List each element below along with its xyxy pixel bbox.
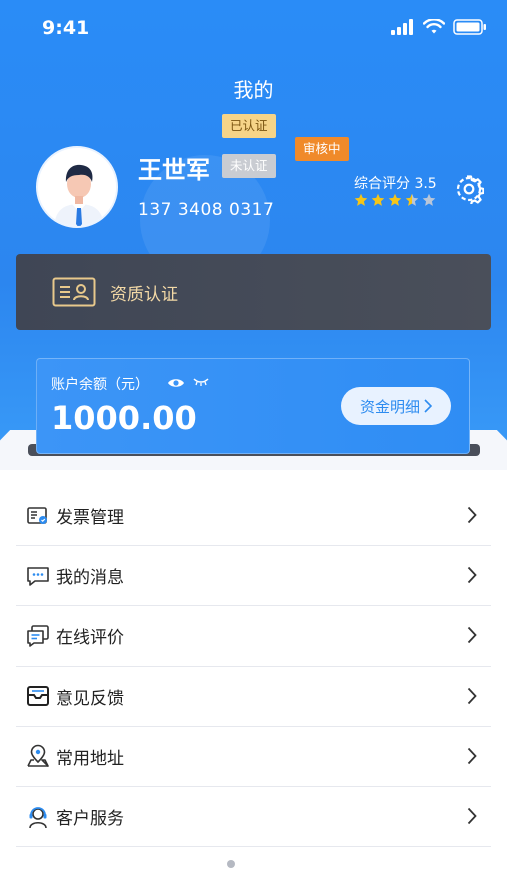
chevron-right-icon bbox=[467, 747, 477, 764]
feedback-icon bbox=[27, 686, 49, 707]
menu-item-invoice[interactable]: 发票管理 bbox=[16, 486, 491, 547]
star-filled-icon bbox=[388, 193, 402, 206]
wifi-icon bbox=[423, 19, 445, 34]
id-card-icon bbox=[52, 277, 96, 307]
fund-detail-button[interactable]: 资金明细 bbox=[341, 387, 451, 425]
qualification-card[interactable]: 资质认证 bbox=[16, 254, 491, 330]
balance-label: 账户余额（元） bbox=[51, 377, 149, 393]
chevron-right-icon bbox=[424, 399, 432, 413]
page-indicator-dot bbox=[227, 860, 235, 868]
status-icons bbox=[391, 19, 487, 35]
menu-item-review[interactable]: 在线评价 bbox=[16, 606, 491, 667]
chevron-right-icon bbox=[467, 506, 477, 524]
star-filled-icon bbox=[371, 193, 385, 206]
user-name: 王世军 bbox=[138, 156, 210, 184]
review-icon bbox=[27, 625, 49, 647]
menu-label: 意见反馈 bbox=[56, 688, 124, 709]
invoice-icon bbox=[27, 506, 47, 524]
rating-stars bbox=[354, 193, 436, 207]
balance-card: 账户余额（元） 1000.00 资金明细 bbox=[36, 358, 470, 454]
battery-icon bbox=[453, 19, 486, 35]
chevron-right-icon bbox=[467, 627, 477, 644]
menu-item-feedback[interactable]: 意见反馈 bbox=[16, 667, 491, 727]
menu-item-customer-service[interactable]: 客户服务 bbox=[16, 787, 491, 848]
menu-item-messages[interactable]: 我的消息 bbox=[16, 546, 491, 607]
rating-label: 综合评分 3.5 bbox=[354, 176, 437, 192]
status-bar: 9:41 bbox=[0, 0, 507, 58]
message-icon bbox=[27, 566, 49, 586]
star-half-icon bbox=[405, 193, 419, 206]
menu-label: 常用地址 bbox=[56, 748, 124, 769]
menu-list: 发票管理 我的消息 在线评价 意见反馈 常用地址 客户服务 bbox=[16, 486, 491, 848]
avatar[interactable] bbox=[36, 146, 118, 228]
verified-badge: 已认证 bbox=[222, 114, 276, 138]
qualification-label: 资质认证 bbox=[110, 284, 178, 305]
status-time: 9:41 bbox=[42, 17, 90, 39]
chevron-right-icon bbox=[467, 807, 477, 825]
chevron-right-icon bbox=[467, 687, 477, 704]
eye-closed-icon[interactable] bbox=[193, 377, 209, 387]
location-icon bbox=[27, 745, 49, 768]
balance-amount: 1000.00 bbox=[51, 399, 197, 437]
chevron-right-icon bbox=[467, 567, 477, 584]
menu-label: 发票管理 bbox=[56, 508, 124, 529]
page-title: 我的 bbox=[233, 78, 274, 102]
reviewing-badge: 审核中 bbox=[295, 137, 349, 161]
star-empty-icon bbox=[422, 193, 436, 206]
star-filled-icon bbox=[354, 193, 368, 206]
customer-service-icon bbox=[29, 806, 47, 828]
menu-label: 我的消息 bbox=[56, 568, 124, 589]
menu-label: 在线评价 bbox=[56, 628, 124, 649]
unverified-badge: 未认证 bbox=[222, 154, 276, 178]
fund-detail-label: 资金明细 bbox=[359, 397, 420, 416]
user-phone: 137 3408 0317 bbox=[138, 200, 275, 220]
eye-open-icon[interactable] bbox=[167, 375, 185, 391]
gear-icon[interactable] bbox=[454, 174, 484, 204]
signal-icon bbox=[391, 19, 413, 35]
menu-item-address[interactable]: 常用地址 bbox=[16, 727, 491, 787]
menu-label: 客户服务 bbox=[56, 809, 124, 830]
